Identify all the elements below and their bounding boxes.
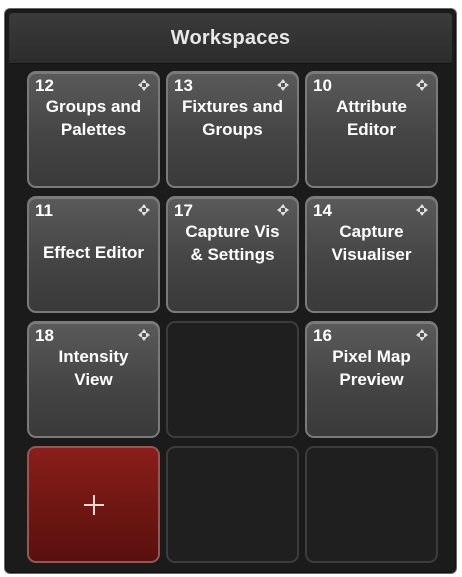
workspace-number: 11 bbox=[35, 201, 53, 220]
workspace-label: Pixel Map Preview bbox=[332, 347, 411, 389]
workspace-label: Capture Vis & Settings bbox=[185, 222, 280, 264]
move-icon[interactable] bbox=[416, 79, 428, 91]
panel-title: Workspaces bbox=[170, 26, 291, 49]
move-icon[interactable] bbox=[416, 204, 428, 216]
move-icon[interactable] bbox=[138, 79, 150, 91]
move-icon[interactable] bbox=[277, 79, 289, 91]
workspace-tile-groups-and-palettes[interactable]: 12 Groups and Palettes bbox=[27, 71, 160, 188]
workspace-number: 13 bbox=[174, 76, 193, 95]
workspace-number: 14 bbox=[313, 201, 332, 220]
workspace-number: 16 bbox=[313, 326, 332, 345]
add-workspace-button[interactable] bbox=[27, 446, 160, 563]
workspace-tile-capture-vis-settings[interactable]: 17 Capture Vis & Settings bbox=[166, 196, 299, 313]
workspace-tile-effect-editor[interactable]: 11 Effect Editor bbox=[27, 196, 160, 313]
empty-workspace-slot[interactable] bbox=[166, 321, 299, 438]
workspace-number: 12 bbox=[35, 76, 54, 95]
empty-workspace-slot[interactable] bbox=[166, 446, 299, 563]
workspace-label: Capture Visualiser bbox=[331, 222, 412, 264]
move-icon[interactable] bbox=[138, 204, 150, 216]
workspace-tile-fixtures-and-groups[interactable]: 13 Fixtures and Groups bbox=[166, 71, 299, 188]
workspace-tile-attribute-editor[interactable]: 10 Attribute Editor bbox=[305, 71, 438, 188]
empty-workspace-slot[interactable] bbox=[305, 446, 438, 563]
workspace-label: Groups and Palettes bbox=[45, 97, 142, 139]
workspace-tile-intensity-view[interactable]: 18 Intensity View bbox=[27, 321, 160, 438]
plus-icon bbox=[83, 494, 104, 515]
workspace-label: Fixtures and Groups bbox=[181, 97, 284, 139]
workspace-tile-capture-visualiser[interactable]: 14 Capture Visualiser bbox=[305, 196, 438, 313]
workspace-number: 10 bbox=[313, 76, 332, 95]
move-icon[interactable] bbox=[277, 204, 289, 216]
workspace-tile-pixel-map-preview[interactable]: 16 Pixel Map Preview bbox=[305, 321, 438, 438]
move-icon[interactable] bbox=[416, 329, 428, 341]
workspaces-panel: Workspaces 12 Groups and Palettes 13 Fix… bbox=[4, 8, 457, 574]
workspace-number: 18 bbox=[35, 326, 54, 345]
move-icon[interactable] bbox=[138, 329, 150, 341]
workspace-number: 17 bbox=[174, 201, 193, 220]
workspace-label: Effect Editor bbox=[42, 243, 145, 262]
panel-title-bar: Workspaces bbox=[9, 13, 452, 64]
workspace-label: Attribute Editor bbox=[336, 97, 407, 139]
workspace-label: Intensity View bbox=[58, 347, 129, 389]
